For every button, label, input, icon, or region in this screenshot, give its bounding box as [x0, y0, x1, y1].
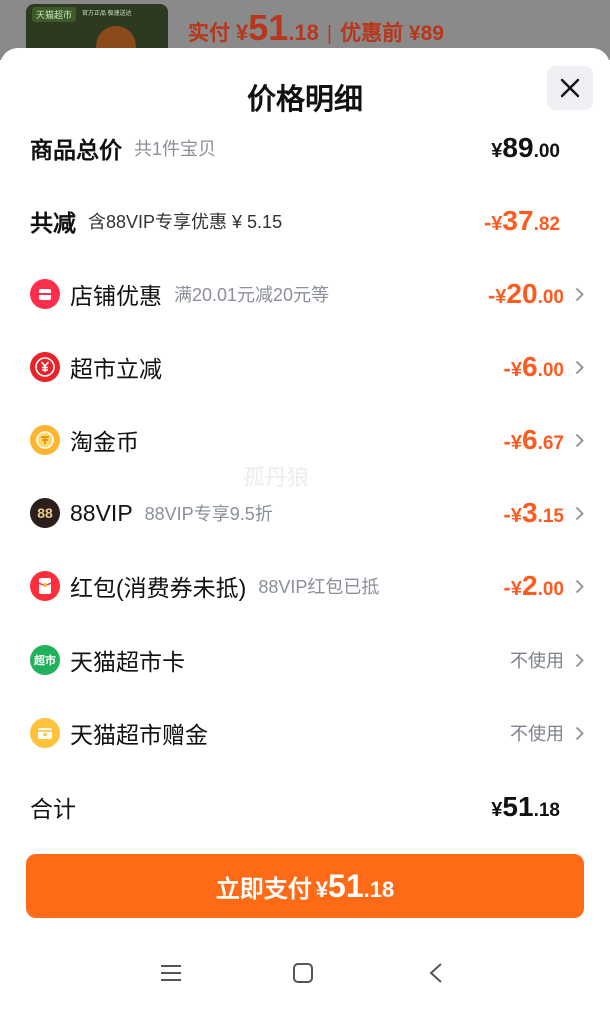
red-envelope-icon [30, 571, 60, 601]
item-count: 共1件宝贝 [134, 139, 217, 159]
chevron-right-icon [568, 287, 584, 302]
back-nav-button[interactable] [428, 962, 444, 989]
discount-label: 店铺优惠 [70, 283, 162, 309]
sum-label: 合计 [30, 796, 76, 822]
discount-detail: 88VIP专享9.5折 [144, 504, 273, 524]
discount-label: 88VIP [70, 499, 133, 526]
chevron-right-icon [568, 653, 584, 668]
menu-icon [161, 965, 181, 981]
chevron-right-icon [568, 506, 584, 521]
home-square-icon [293, 963, 313, 983]
paid-currency: ¥ [236, 20, 249, 45]
total-discount-label: 共减 [30, 210, 76, 236]
pay-button-label: 立即支付 [215, 875, 312, 903]
total-price-row: 商品总价 共1件宝贝 ¥89.00 [30, 124, 584, 172]
gold-coin-icon [30, 425, 60, 455]
original-price: 优惠前 ¥89 [340, 22, 444, 45]
discount-amount: - ¥6.00 [503, 351, 564, 382]
discount-row-supermarket[interactable]: 超市立减 - ¥6.00 [30, 343, 584, 391]
product-subtag: 官方正品 极速送达 [82, 11, 132, 17]
discount-row-gold-coin[interactable]: 淘金币 - ¥6.67 [30, 416, 584, 464]
discount-detail: 满20.01元减20元等 [174, 285, 330, 305]
discount-row-88vip[interactable]: 88 88VIP 88VIP专享9.5折 - ¥3.15 [30, 489, 584, 537]
card-row-gift-money[interactable]: 天猫超市赠金 不使用 [30, 709, 584, 757]
discount-amount: - ¥6.67 [503, 424, 564, 455]
discount-label: 超市立减 [70, 356, 162, 382]
paid-label: 实付 [188, 22, 230, 45]
discount-label: 淘金币 [70, 429, 139, 455]
home-nav-button[interactable] [292, 962, 314, 989]
total-price-amount: ¥89.00 [491, 132, 560, 163]
pay-button-integer: 51 [328, 867, 364, 904]
discount-row-red-envelope[interactable]: 红包(消费券未抵) 88VIP红包已抵 - ¥2.00 [30, 562, 584, 610]
pay-button-decimal: .18 [363, 876, 395, 902]
paid-decimal: .18 [288, 20, 319, 45]
gift-money-icon [30, 718, 60, 748]
watermark: 孤丹狼 [243, 465, 310, 490]
paid-integer: 51 [248, 7, 289, 48]
menu-nav-button[interactable] [160, 962, 182, 989]
product-tag: 天猫超市 [32, 7, 77, 22]
discount-amount: - ¥3.15 [503, 497, 564, 528]
back-icon [429, 963, 442, 983]
vip-discount-note: 含88VIP专享优惠 ¥ 5.15 [88, 212, 283, 232]
card-status: 不使用 [510, 724, 564, 744]
discount-detail: 88VIP红包已抵 [258, 577, 380, 597]
total-discount-amount: - ¥37.82 [483, 205, 560, 236]
discount-row-shop[interactable]: 店铺优惠 满20.01元减20元等 - ¥20.00 [30, 270, 584, 318]
pay-now-button[interactable]: 立即支付 ¥ 51 .18 [26, 854, 584, 918]
discount-amount: - ¥20.00 [487, 278, 564, 309]
tmall-supermarket-card-icon: 超市 [30, 645, 60, 675]
total-price-label: 商品总价 [30, 137, 122, 163]
summary-separator: | [326, 23, 333, 45]
card-row-supermarket-card[interactable]: 超市 天猫超市卡 不使用 [30, 636, 584, 684]
88vip-icon: 88 [30, 498, 60, 528]
yuan-coupon-icon [30, 352, 60, 382]
chevron-right-icon [568, 360, 584, 375]
close-button[interactable] [547, 66, 593, 110]
pay-button-currency: ¥ [315, 876, 329, 902]
sum-amount: ¥51.18 [491, 791, 560, 822]
card-label: 天猫超市赠金 [70, 722, 208, 748]
discount-amount: - ¥2.00 [503, 570, 564, 601]
card-label: 天猫超市卡 [70, 649, 185, 675]
paid-amount-summary: 实付 ¥ 51 .18 | 优惠前 ¥89 [188, 7, 444, 49]
discount-label: 红包(消费券未抵) [70, 575, 247, 601]
card-status: 不使用 [510, 651, 564, 671]
sum-row: 合计 ¥51.18 [30, 783, 584, 831]
chevron-right-icon [568, 433, 584, 448]
total-discount-row: 共减 含88VIP专享优惠 ¥ 5.15 - ¥37.82 [30, 197, 584, 245]
chevron-right-icon [568, 726, 584, 741]
system-nav-bar [0, 944, 610, 1004]
sheet-title: 价格明细 [246, 84, 363, 116]
chevron-right-icon [568, 579, 584, 594]
shop-icon [30, 279, 60, 309]
close-icon [560, 78, 580, 98]
